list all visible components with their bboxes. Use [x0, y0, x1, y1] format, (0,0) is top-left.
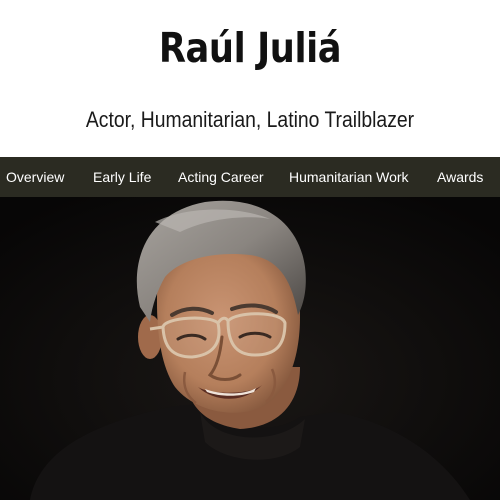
nav-link-humanitarian-work[interactable]: Humanitarian Work	[289, 157, 409, 197]
glasses-left-lens	[161, 316, 221, 359]
nav-link-awards[interactable]: Awards	[437, 157, 483, 197]
nav-link-overview[interactable]: Overview	[6, 157, 64, 197]
main-navbar: Overview Early Life Acting Career Humani…	[0, 157, 500, 197]
page-subtitle: Actor, Humanitarian, Latino Trailblazer	[85, 107, 415, 132]
glasses-temple	[149, 325, 164, 331]
hero-portrait-image	[0, 197, 500, 500]
page: Raúl Juliá Actor, Humanitarian, Latino T…	[0, 0, 500, 500]
nav-link-early-life[interactable]: Early Life	[93, 157, 151, 197]
portrait-illustration	[0, 197, 500, 500]
page-title: Raúl Juliá	[158, 24, 342, 72]
nav-link-acting-career[interactable]: Acting Career	[178, 157, 264, 197]
